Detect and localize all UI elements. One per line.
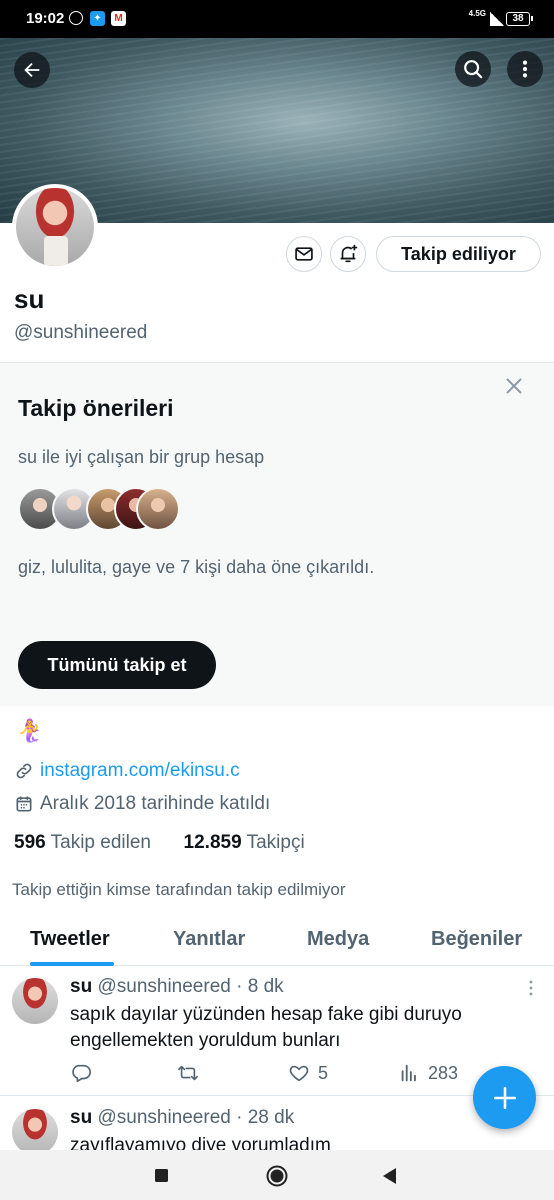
tweet-time: · 28 dk — [236, 1107, 295, 1128]
following-link[interactable]: 596 Takip edilen — [14, 832, 151, 853]
status-time: 19:02 — [26, 10, 65, 27]
follow-suggestions-card: Takip önerileri su ile iyi çalışan bir g… — [0, 362, 554, 706]
plus-icon — [493, 1086, 516, 1109]
home-icon[interactable] — [265, 1164, 289, 1188]
heart-icon — [289, 1065, 309, 1082]
views-button[interactable]: 283 — [398, 1062, 458, 1084]
view-count: 283 — [428, 1062, 459, 1083]
battery-level: 38 — [512, 13, 524, 24]
back-button[interactable] — [14, 52, 50, 88]
follow-counts: 596 Takip edilen 12.859 Takipçi — [14, 832, 305, 854]
tweet-author-name: su — [70, 976, 93, 997]
reply-button[interactable] — [70, 1062, 92, 1084]
following-count: 596 — [14, 832, 46, 853]
more-options-button[interactable] — [507, 51, 543, 87]
notifications-button[interactable] — [330, 236, 366, 272]
following-button[interactable]: Takip ediliyor — [376, 236, 541, 272]
network-type: 4.5G — [468, 9, 486, 18]
tab-tweets[interactable]: Tweetler — [30, 928, 110, 951]
tweet-time: · 8 dk — [236, 976, 284, 997]
search-icon — [464, 60, 483, 79]
twitter-icon: ✦ — [90, 11, 105, 26]
gmail-icon: M — [111, 11, 126, 26]
tweet[interactable]: su @sunshineered · 28 dk zayıflayamıyo d… — [0, 1097, 554, 1157]
back-nav-icon[interactable] — [380, 1164, 398, 1188]
follow-all-button[interactable]: Tümünü takip et — [18, 641, 216, 689]
retweet-button[interactable] — [176, 1062, 200, 1084]
profile-link[interactable]: instagram.com/ekinsu.c — [40, 760, 240, 782]
tab-replies[interactable]: Yanıtlar — [173, 928, 245, 951]
tweet[interactable]: su @sunshineered · 8 dk sapık dayılar yü… — [0, 966, 554, 1096]
like-button[interactable]: 5 — [288, 1062, 328, 1084]
analytics-icon — [401, 1064, 416, 1082]
joined-date: Aralık 2018 tarihinde katıldı — [40, 793, 271, 814]
arrow-left-icon — [24, 62, 40, 78]
tweet-more-icon[interactable] — [528, 980, 534, 996]
suggestions-subtitle: su ile iyi çalışan bir grup hesap — [18, 447, 265, 467]
profile-tabs: Tweetler Yanıtlar Medya Beğeniler — [0, 912, 554, 966]
followers-label: Takipçi — [246, 832, 305, 853]
display-name: su — [14, 284, 45, 314]
profile-handle: @sunshineered — [14, 322, 148, 343]
followers-link[interactable]: 12.859 Takipçi — [184, 832, 305, 853]
joined-row: Aralık 2018 tarihinde katıldı — [14, 793, 270, 815]
followers-count: 12.859 — [183, 832, 242, 853]
calendar-icon — [16, 796, 32, 812]
tweet-text: sapık dayılar yüzünden hesap fake gibi d… — [70, 1004, 462, 1051]
profile-avatar[interactable] — [12, 184, 98, 270]
tweet-author-handle: @sunshineered — [97, 1107, 231, 1128]
suggested-names: giz, lululita, gaye ve 7 kişi daha öne ç… — [18, 557, 375, 577]
like-count: 5 — [318, 1062, 329, 1083]
profile-link-row: instagram.com/ekinsu.c — [14, 760, 240, 782]
tab-media[interactable]: Medya — [307, 928, 369, 951]
system-nav-bar — [0, 1150, 554, 1200]
status-bar: 19:02 ✦ M 4.5G 38 — [0, 0, 554, 38]
tweet-avatar[interactable] — [12, 978, 58, 1024]
tweet-actions: 5 283 — [70, 1062, 540, 1086]
suggested-avatar — [136, 487, 180, 531]
recent-apps-icon[interactable] — [154, 1164, 170, 1186]
link-icon — [16, 763, 32, 779]
tweet-header: su @sunshineered · 28 dk — [70, 1107, 294, 1129]
following-label: Takip edilen — [50, 832, 151, 853]
more-vertical-icon — [522, 60, 528, 78]
signal-icon — [490, 12, 504, 26]
followed-by-note: Takip ettiğin kimse tarafından takip edi… — [12, 880, 346, 899]
bell-plus-icon — [340, 244, 358, 263]
reply-icon — [72, 1064, 91, 1083]
close-icon[interactable] — [503, 375, 525, 397]
tweet-author-name: su — [70, 1107, 93, 1128]
tab-likes[interactable]: Beğeniler — [431, 928, 522, 951]
envelope-icon — [295, 247, 313, 261]
alarm-icon — [69, 11, 83, 25]
battery-icon: 38 — [506, 12, 533, 26]
tweet-author-handle: @sunshineered — [97, 976, 231, 997]
message-button[interactable] — [286, 236, 322, 272]
tweet-header: su @sunshineered · 8 dk — [70, 976, 284, 998]
retweet-icon — [178, 1065, 198, 1081]
compose-tweet-button[interactable] — [473, 1066, 536, 1129]
tweet-avatar[interactable] — [12, 1109, 58, 1155]
search-button[interactable] — [455, 51, 491, 87]
suggestions-title: Takip önerileri — [18, 395, 174, 421]
bio-text: 🧜‍♀️ — [16, 718, 44, 743]
